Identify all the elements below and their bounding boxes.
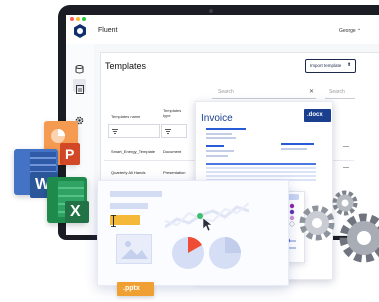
import-template-button[interactable]: Import template ⬆ xyxy=(305,59,356,73)
invoice-line xyxy=(206,137,236,139)
invoice-table-rows xyxy=(206,167,316,181)
column-header-type[interactable]: Templates type xyxy=(163,108,187,118)
pie-chart-graphic xyxy=(208,236,242,270)
docx-badge-label: .docx xyxy=(307,112,323,118)
invoice-line xyxy=(206,128,246,130)
name-filter[interactable] xyxy=(108,124,160,138)
database-icon[interactable] xyxy=(75,61,84,74)
pptx-badge: .pptx xyxy=(117,282,154,296)
gear-icon xyxy=(334,210,379,266)
clear-search-icon[interactable]: ✕ xyxy=(309,88,314,95)
cursor-icon xyxy=(202,217,215,232)
row-action-menu[interactable]: — xyxy=(343,144,349,150)
fluent-logo-icon[interactable] xyxy=(73,24,87,38)
import-template-label: Import template xyxy=(310,63,342,68)
invoice-line xyxy=(206,155,228,157)
type-filter[interactable] xyxy=(161,124,187,138)
search-input-secondary[interactable]: Search xyxy=(325,88,355,99)
invoice-line xyxy=(281,143,314,145)
table-row-type: Document xyxy=(163,149,182,154)
document-icon xyxy=(76,81,84,94)
pptx-badge-label: .pptx xyxy=(123,285,140,292)
page-title: Templates xyxy=(105,61,147,71)
app-title: Fluent xyxy=(98,27,118,34)
excel-icon[interactable]: X xyxy=(65,201,89,223)
invoice-line xyxy=(206,145,224,147)
upload-icon: ⬆ xyxy=(347,62,352,68)
table-row-name[interactable]: Smart_Energy_Template xyxy=(111,149,155,154)
search-input[interactable]: Search ✕ xyxy=(212,88,316,99)
invoice-line xyxy=(281,148,307,150)
pie-chart-graphic xyxy=(171,236,205,270)
invoice-title: Invoice xyxy=(201,113,233,124)
invoice-table-header xyxy=(206,163,316,165)
excel-letter: X xyxy=(70,203,81,220)
powerpoint-letter: P xyxy=(65,146,75,162)
slide-text-line xyxy=(110,203,148,209)
table-row-type: Presentation xyxy=(163,170,186,175)
minimize-window-dot[interactable] xyxy=(76,17,80,21)
docx-badge: .docx xyxy=(304,109,331,122)
powerpoint-pie-icon xyxy=(50,128,66,144)
filter-icon xyxy=(165,129,171,134)
close-window-dot[interactable] xyxy=(70,17,74,21)
invoice-line xyxy=(206,133,232,135)
search-placeholder: Search xyxy=(218,89,234,95)
powerpoint-icon[interactable]: P xyxy=(60,143,80,165)
filter-icon xyxy=(112,129,118,134)
user-menu-caret[interactable]: ⌄ xyxy=(357,26,361,32)
invoice-line xyxy=(206,150,234,152)
column-header-name[interactable]: Templates name xyxy=(111,114,140,119)
slide-text-line xyxy=(110,191,162,197)
table-row-name[interactable]: Quarterly All Hands xyxy=(111,170,145,175)
user-name[interactable]: George xyxy=(339,28,356,34)
maximize-window-dot[interactable] xyxy=(82,17,86,21)
camera-dot xyxy=(209,9,213,13)
settings-gear-icon[interactable] xyxy=(75,112,84,125)
image-placeholder-icon[interactable] xyxy=(116,234,152,264)
text-cursor-icon xyxy=(111,214,116,227)
search-placeholder-secondary: Search xyxy=(329,89,345,95)
row-action-menu[interactable]: — xyxy=(343,165,349,171)
